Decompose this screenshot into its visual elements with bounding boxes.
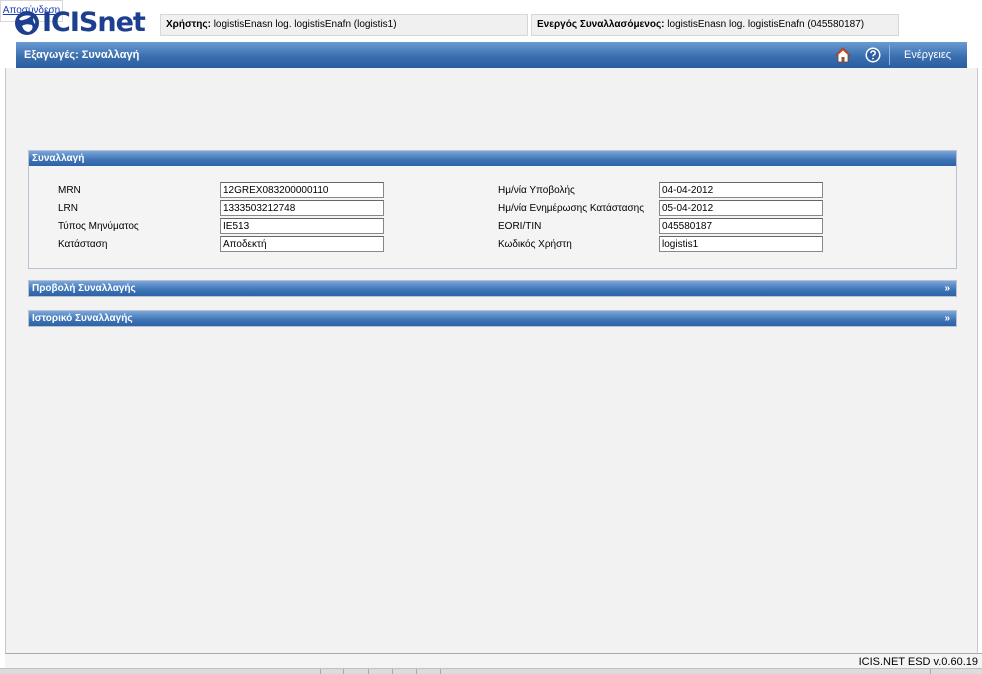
app-header: ICISnet Χρήστης: logistisEnasn log. logi… (0, 0, 982, 40)
logo: ICISnet (14, 7, 146, 38)
user-code-field[interactable] (659, 236, 823, 252)
version-label: ICIS.NET ESD v.0.60.19 (858, 656, 978, 668)
submission-date-label: Ημ/νία Υποβολής (498, 185, 575, 196)
help-icon[interactable] (865, 47, 881, 63)
actions-menu[interactable]: Ενέργειες (904, 42, 951, 68)
message-type-label: Τύπος Μηνύματος (58, 221, 139, 232)
eori-tin-label: EORI/TIN (498, 221, 542, 232)
view-transaction-panel[interactable]: Προβολή Συναλλαγής » (28, 280, 957, 297)
submission-date-field[interactable] (659, 182, 823, 198)
status-update-date-field[interactable] (659, 200, 823, 216)
transaction-panel-title: Συναλλαγή (32, 153, 85, 164)
expand-chevron-icon[interactable]: » (944, 281, 950, 296)
mrn-field[interactable] (220, 182, 384, 198)
mrn-label: MRN (58, 185, 81, 196)
status-label: Κατάσταση (58, 239, 108, 250)
page-title: Εξαγωγές: Συναλλαγή (24, 49, 140, 61)
home-icon[interactable] (835, 47, 851, 63)
expand-chevron-icon[interactable]: » (944, 311, 950, 326)
titlebar-separator (889, 45, 890, 65)
lrn-label: LRN (58, 203, 79, 214)
footer: ICIS.NET ESD v.0.60.19 (5, 653, 982, 668)
current-user-box: Χρήστης: logistisEnasn log. logistisEnaf… (160, 14, 528, 36)
browser-status-bar (0, 668, 982, 674)
transaction-history-panel-header[interactable]: Ιστορικό Συναλλαγής » (29, 311, 956, 326)
view-transaction-panel-title: Προβολή Συναλλαγής (32, 283, 136, 294)
view-transaction-panel-header[interactable]: Προβολή Συναλλαγής » (29, 281, 956, 296)
transaction-panel-header[interactable]: Συναλλαγή (29, 151, 956, 166)
eori-tin-field[interactable] (659, 218, 823, 234)
content-area: Συναλλαγή MRN LRN Τύπος Μηνύματος Κατάστ… (5, 68, 978, 653)
trader-label: Ενεργός Συναλλασόμενος: (537, 19, 665, 30)
status-field[interactable] (220, 236, 384, 252)
status-update-date-label: Ημ/νία Ενημέρωσης Κατάστασης (498, 203, 645, 214)
user-value: logistisEnasn log. logistisEnafn (logist… (213, 19, 397, 30)
transaction-history-panel-title: Ιστορικό Συναλλαγής (32, 313, 133, 324)
active-trader-box: Ενεργός Συναλλασόμενος: logistisEnasn lo… (531, 14, 899, 36)
page-titlebar: Εξαγωγές: Συναλλαγή Ενέργειες (16, 42, 967, 68)
transaction-history-panel[interactable]: Ιστορικό Συναλλαγής » (28, 310, 957, 327)
transaction-panel: Συναλλαγή MRN LRN Τύπος Μηνύματος Κατάστ… (28, 150, 957, 269)
globe-icon (15, 11, 39, 35)
user-label: Χρήστης: (166, 19, 211, 30)
lrn-field[interactable] (220, 200, 384, 216)
user-code-label: Κωδικός Χρήστη (498, 239, 572, 250)
message-type-field[interactable] (220, 218, 384, 234)
logo-text: ICISnet (42, 7, 146, 38)
trader-value: logistisEnasn log. logistisEnafn (045580… (667, 19, 865, 30)
